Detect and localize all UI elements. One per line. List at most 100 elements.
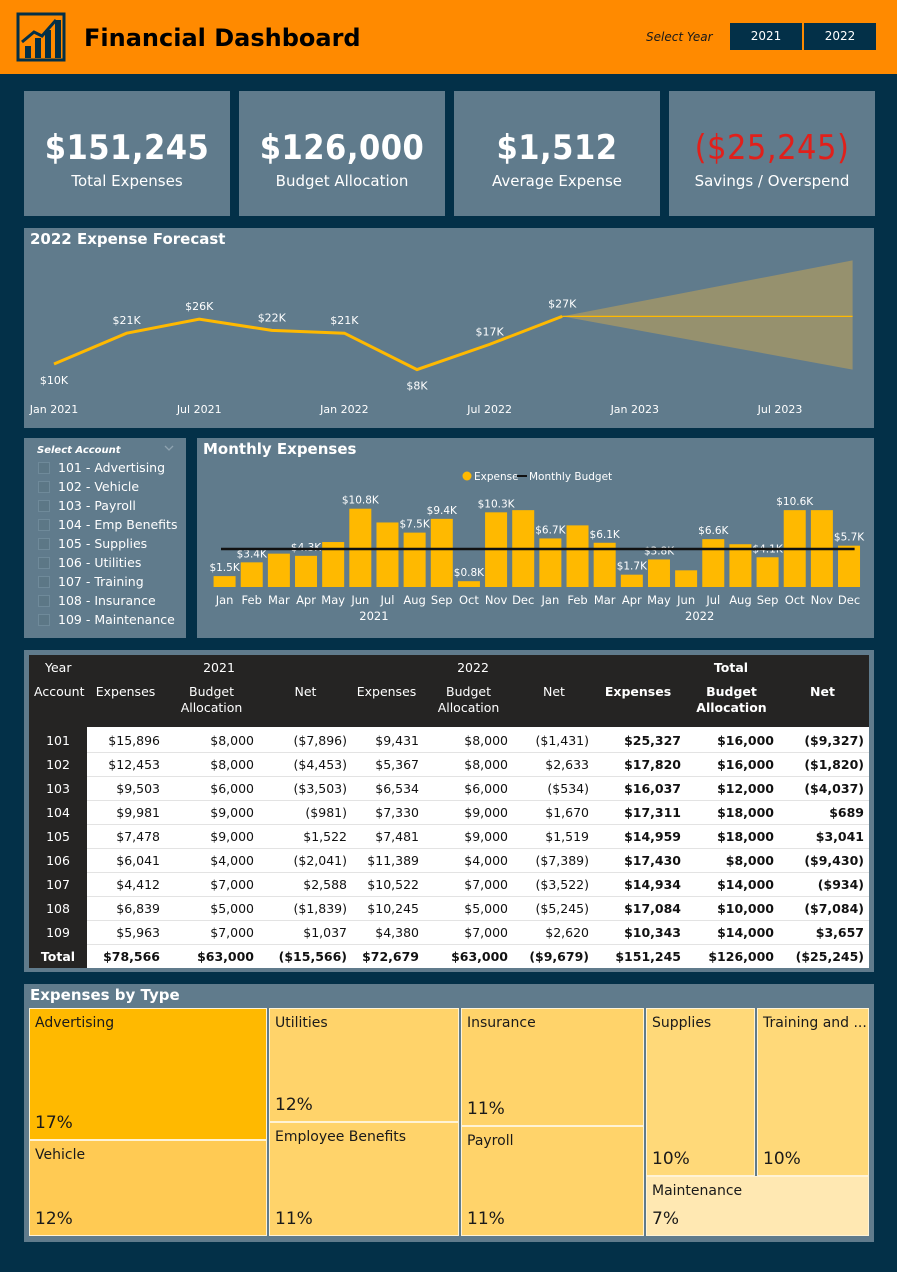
matrix-cell: $15,896	[108, 733, 160, 748]
treemap-block-label: Utilities	[275, 1015, 328, 1031]
slicer-option[interactable]: 103 - Payroll	[38, 498, 136, 513]
bar-data-label: $1.5K	[209, 562, 240, 574]
column-header: Net	[810, 684, 835, 699]
slicer-option[interactable]: 101 - Advertising	[38, 460, 165, 475]
expense-bar	[729, 544, 752, 587]
slicer-option-label: 107 - Training	[58, 574, 144, 589]
treemap-block[interactable]: Employee Benefits 11%	[269, 1122, 459, 1236]
checkbox[interactable]	[38, 537, 50, 550]
row-divider	[87, 752, 869, 753]
x-tick-label: Feb	[567, 593, 587, 607]
row-divider	[87, 944, 869, 945]
x-tick-label: Jul	[705, 593, 720, 607]
expense-bar	[838, 545, 861, 587]
row-divider	[87, 872, 869, 873]
x-tick-label: Sep	[757, 593, 779, 607]
forecast-band	[562, 260, 853, 370]
matrix-cell: $9,000	[210, 805, 254, 820]
x-tick-label: Mar	[594, 593, 616, 607]
matrix-cell: $8,000	[210, 733, 254, 748]
x-tick-label: Jan	[541, 593, 560, 607]
x-tick-label: Apr	[296, 593, 316, 607]
checkbox[interactable]	[38, 575, 50, 588]
forecast-chart[interactable]: $10K $21K $26K $22K $21K $8K $17K $27K Jan 2021 J…	[24, 228, 874, 428]
row-divider	[87, 824, 869, 825]
checkbox[interactable]	[38, 613, 50, 626]
checkbox[interactable]	[38, 594, 50, 607]
matrix-cell: $72,679	[362, 949, 419, 964]
x-tick-label: Aug	[403, 593, 425, 607]
treemap-block-percent: 10%	[652, 1149, 690, 1169]
matrix-cell: $17,430	[624, 853, 681, 868]
monthly-expenses-chart[interactable]: Expense Monthly Budget$1.5KJan$3.4KFeb Mar…	[197, 438, 874, 638]
matrix-cell: $5,000	[210, 901, 254, 916]
treemap-block[interactable]: Payroll 11%	[461, 1126, 644, 1236]
checkbox[interactable]	[38, 499, 50, 512]
slicer-option[interactable]: 104 - Emp Benefits	[38, 517, 177, 532]
treemap-block-percent: 12%	[35, 1209, 73, 1229]
slicer-option[interactable]: 107 - Training	[38, 574, 144, 589]
expenses-treemap: Advertising 17% Vehicle 12% Utilities 12% Empl…	[29, 1008, 869, 1236]
matrix-cell: ($3,522)	[535, 877, 590, 892]
bar-data-label: $10.3K	[478, 498, 516, 510]
treemap-block[interactable]: Utilities 12%	[269, 1008, 459, 1122]
x-tick-label: Nov	[485, 593, 508, 607]
matrix-cell: $10,000	[717, 901, 774, 916]
matrix-cell: $11,389	[367, 853, 419, 868]
kpi-label: Budget Allocation	[275, 172, 409, 190]
x-tick-label: May	[647, 593, 671, 607]
slicer-option[interactable]: 108 - Insurance	[38, 593, 156, 608]
legend-expense-marker	[462, 471, 472, 481]
column-header: Budget Allocation	[696, 684, 767, 715]
bar-data-label: $3.8K	[644, 545, 675, 557]
slicer-option[interactable]: 102 - Vehicle	[38, 479, 139, 494]
kpi-value: $1,512	[496, 128, 618, 168]
treemap-block[interactable]: Vehicle 12%	[29, 1140, 267, 1236]
slicer-option-label: 108 - Insurance	[58, 593, 156, 608]
matrix-cell: $2,620	[545, 925, 589, 940]
treemap-block[interactable]: Insurance 11%	[461, 1008, 644, 1126]
year-axis-label: 2022	[685, 609, 714, 623]
checkbox[interactable]	[38, 480, 50, 493]
matrix-cell: $6,041	[116, 853, 160, 868]
matrix-cell: $10,245	[367, 901, 419, 916]
treemap-block[interactable]: Advertising 17%	[29, 1008, 267, 1140]
slicer-option-label: 102 - Vehicle	[58, 479, 140, 494]
column-header: Expenses	[356, 684, 417, 699]
matrix-cell: ($2,041)	[293, 853, 348, 868]
checkbox[interactable]	[38, 518, 50, 531]
treemap-block[interactable]: Maintenance 7%	[646, 1176, 869, 1236]
slicer-option[interactable]: 109 - Maintenance	[38, 612, 175, 627]
account-cell: 106	[46, 853, 70, 868]
group-header: Total	[713, 660, 749, 675]
slicer-option[interactable]: 105 - Supplies	[38, 536, 147, 551]
matrix-cell: $14,934	[624, 877, 681, 892]
account-header: Account	[34, 684, 85, 699]
data-label: $10K	[40, 374, 69, 387]
checkbox[interactable]	[38, 461, 50, 474]
x-tick-label: Jan 2023	[610, 403, 659, 416]
legend-expense-label: Expense	[474, 471, 519, 483]
slicer-option-label: 106 - Utilities	[58, 555, 142, 570]
x-tick-label: Jan 2022	[319, 403, 368, 416]
row-divider	[87, 920, 869, 921]
x-tick-label: Mar	[268, 593, 290, 607]
chevron-down-icon[interactable]	[164, 444, 174, 452]
expense-bar	[566, 525, 589, 587]
data-label: $17K	[475, 325, 504, 338]
matrix-cell: $151,245	[615, 949, 681, 964]
matrix-cell: $1,037	[303, 925, 347, 940]
kpi-card-total-expenses: $151,245 Total Expenses	[24, 91, 230, 216]
year-button-2022[interactable]: 2022	[804, 23, 876, 50]
treemap-block[interactable]: Supplies 10%	[646, 1008, 755, 1176]
x-tick-label: Jul 2023	[757, 403, 803, 416]
year-button-2021[interactable]: 2021	[730, 23, 802, 50]
data-label: $27K	[548, 297, 577, 310]
treemap-block[interactable]: Training and ... 10%	[757, 1008, 869, 1176]
matrix-cell: $14,000	[717, 925, 774, 940]
slicer-option[interactable]: 106 - Utilities	[38, 555, 141, 570]
checkbox[interactable]	[38, 556, 50, 569]
matrix-cell: $4,380	[375, 925, 419, 940]
matrix-cell: ($3,503)	[293, 781, 348, 796]
matrix-cell: ($7,389)	[535, 853, 590, 868]
